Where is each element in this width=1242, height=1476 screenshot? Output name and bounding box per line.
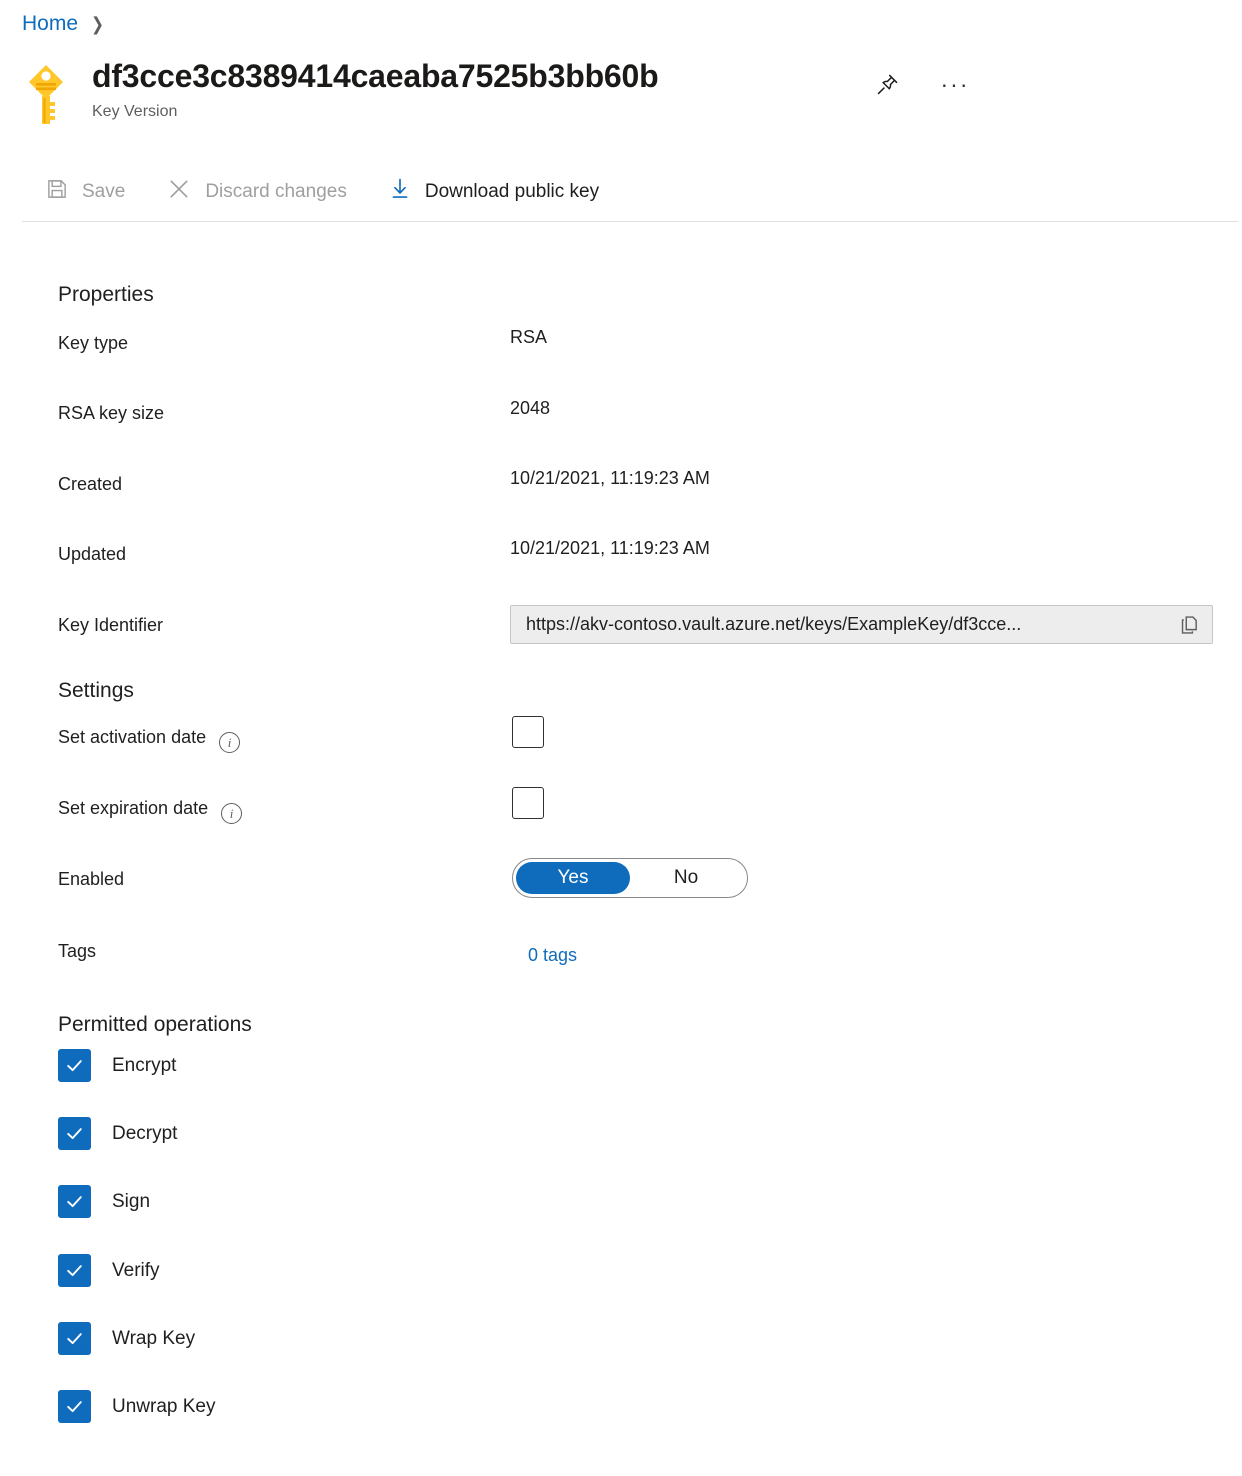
enabled-toggle-yes[interactable]: Yes — [516, 862, 630, 894]
info-icon[interactable]: i — [219, 732, 240, 753]
toolbar-divider — [22, 221, 1238, 222]
download-public-key-button[interactable]: Download public key — [377, 171, 611, 213]
discard-changes-button[interactable]: Discard changes — [155, 171, 359, 213]
enabled-toggle[interactable]: Yes No — [512, 858, 748, 898]
checkbox-checked-icon[interactable] — [58, 1254, 91, 1287]
breadcrumb: Home ❯ — [22, 12, 105, 36]
permitted-operation-label: Sign — [112, 1191, 150, 1213]
discard-changes-label: Discard changes — [205, 181, 347, 203]
permitted-operation-label: Wrap Key — [112, 1328, 195, 1350]
checkbox-checked-icon[interactable] — [58, 1117, 91, 1150]
close-x-icon — [167, 177, 191, 207]
permitted-operation-label: Verify — [112, 1260, 160, 1282]
tags-label: Tags — [58, 941, 96, 962]
page-header: df3cce3c8389414caeaba7525b3bb60b Key Ver… — [22, 58, 658, 132]
save-label: Save — [82, 181, 125, 203]
permitted-operation-label: Decrypt — [112, 1123, 177, 1145]
key-version-page: Home ❯ df3cce3c8389414caeaba7525b3bb60b … — [0, 0, 1242, 1476]
created-label: Created — [58, 474, 122, 495]
key-identifier-field[interactable]: https://akv-contoso.vault.azure.net/keys… — [510, 605, 1213, 644]
key-type-label: Key type — [58, 333, 128, 354]
rsa-key-size-label: RSA key size — [58, 403, 164, 424]
permitted-operation-unwrap-key[interactable]: Unwrap Key — [58, 1390, 216, 1423]
set-expiration-date-text: Set expiration date — [58, 798, 208, 818]
save-button[interactable]: Save — [34, 171, 137, 213]
floppy-disk-icon — [46, 178, 68, 206]
checkbox-checked-icon[interactable] — [58, 1049, 91, 1082]
tags-link[interactable]: 0 tags — [528, 945, 577, 966]
key-type-value: RSA — [510, 327, 547, 348]
set-activation-date-label: Set activation date i — [58, 727, 240, 753]
permitted-operation-sign[interactable]: Sign — [58, 1185, 150, 1218]
command-bar: Save Discard changes Download public key — [0, 163, 1242, 221]
checkbox-checked-icon[interactable] — [58, 1185, 91, 1218]
rsa-key-size-value: 2048 — [510, 398, 550, 419]
created-value: 10/21/2021, 11:19:23 AM — [510, 468, 710, 489]
chevron-right-icon: ❯ — [91, 15, 104, 33]
download-arrow-icon — [389, 177, 411, 207]
key-identifier-label: Key Identifier — [58, 615, 163, 636]
page-subtitle: Key Version — [92, 103, 658, 121]
checkbox-checked-icon[interactable] — [58, 1322, 91, 1355]
permitted-operation-label: Unwrap Key — [112, 1396, 216, 1418]
permitted-operation-label: Encrypt — [112, 1055, 176, 1077]
set-expiration-date-checkbox[interactable] — [512, 787, 544, 819]
key-icon — [22, 62, 70, 132]
permitted-operation-verify[interactable]: Verify — [58, 1254, 160, 1287]
set-activation-date-checkbox[interactable] — [512, 716, 544, 748]
permitted-operation-decrypt[interactable]: Decrypt — [58, 1117, 177, 1150]
permitted-operation-wrap-key[interactable]: Wrap Key — [58, 1322, 195, 1355]
enabled-label: Enabled — [58, 869, 124, 890]
permitted-operation-encrypt[interactable]: Encrypt — [58, 1049, 176, 1082]
copy-icon[interactable] — [1168, 606, 1212, 643]
page-title: df3cce3c8389414caeaba7525b3bb60b — [92, 58, 658, 95]
permitted-operations-heading: Permitted operations — [58, 1013, 252, 1037]
settings-heading: Settings — [58, 679, 134, 703]
enabled-toggle-no[interactable]: No — [630, 862, 742, 894]
set-activation-date-text: Set activation date — [58, 727, 206, 747]
title-block: df3cce3c8389414caeaba7525b3bb60b Key Ver… — [92, 58, 658, 121]
title-actions: ··· — [870, 68, 972, 102]
key-identifier-value: https://akv-contoso.vault.azure.net/keys… — [511, 614, 1168, 635]
updated-label: Updated — [58, 544, 126, 565]
ellipsis-icon[interactable]: ··· — [938, 68, 972, 102]
info-icon[interactable]: i — [221, 803, 242, 824]
updated-value: 10/21/2021, 11:19:23 AM — [510, 538, 710, 559]
pin-icon[interactable] — [870, 68, 904, 102]
checkbox-checked-icon[interactable] — [58, 1390, 91, 1423]
download-public-key-label: Download public key — [425, 181, 599, 203]
breadcrumb-home-link[interactable]: Home — [22, 12, 78, 36]
properties-heading: Properties — [58, 283, 154, 307]
set-expiration-date-label: Set expiration date i — [58, 798, 242, 824]
